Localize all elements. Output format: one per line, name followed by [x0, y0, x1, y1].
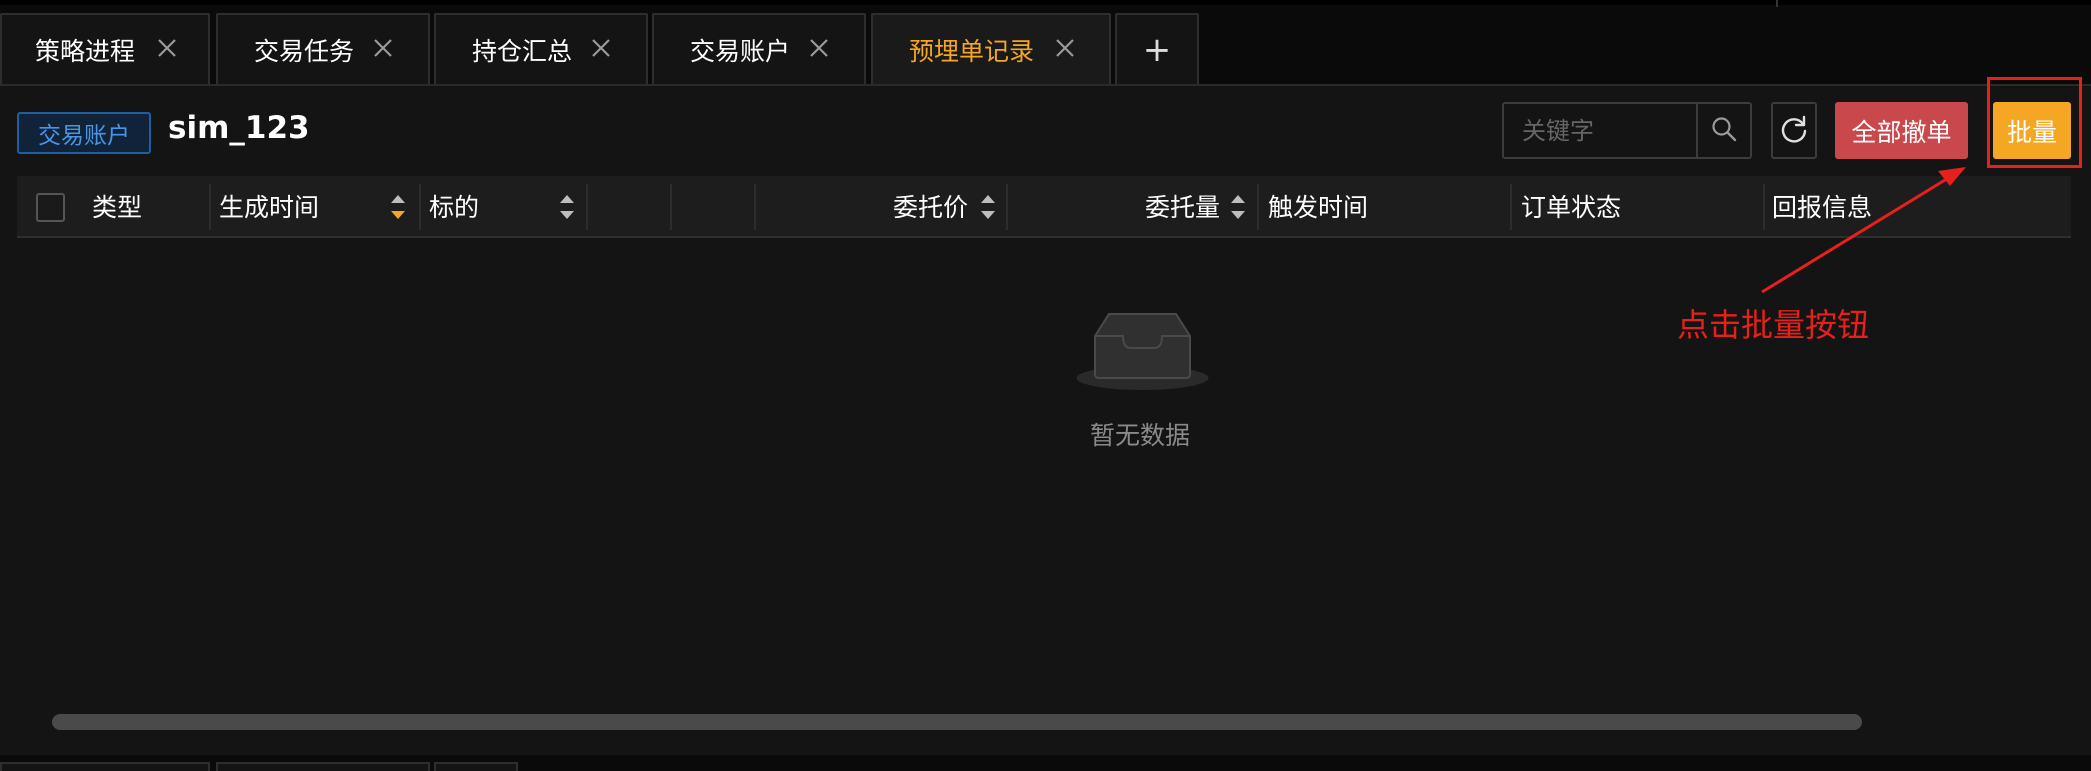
column-divider [1510, 184, 1512, 230]
tab-pending-orders[interactable]: 预埋单记录 [871, 13, 1111, 84]
annotation-highlight-box [1987, 77, 2082, 168]
refresh-icon [1779, 114, 1809, 148]
close-icon[interactable] [370, 35, 396, 61]
divider [1776, 0, 1778, 7]
pending-orders-panel: 交易账户 sim_123 全部撤单 批量 类型 生成时间 标的 [0, 84, 2091, 755]
tab-label: 预埋单记录 [909, 36, 1035, 66]
column-divider [209, 184, 211, 230]
tab-label: 持仓汇总 [472, 36, 573, 66]
column-divider [586, 184, 588, 230]
tab-bar: 策略进程 交易任务 持仓汇总 交易账户 预埋单记录 + [0, 0, 2091, 84]
search-button[interactable] [1696, 104, 1750, 157]
inbox-empty-icon [1075, 308, 1210, 393]
annotation-text: 点击批量按钮 [1677, 306, 1870, 344]
tab-label: 交易任务 [254, 36, 355, 66]
tab-label: 交易账户 [690, 36, 791, 66]
plus-icon: + [1142, 29, 1172, 70]
tab-label: 策略进程 [35, 36, 136, 66]
close-icon[interactable] [806, 35, 832, 61]
bottom-tab [434, 762, 518, 771]
tab-strategy-process[interactable]: 策略进程 [0, 13, 210, 84]
sort-icon[interactable] [390, 192, 406, 222]
bottom-tab-strip [0, 755, 2091, 771]
column-header-report-info: 回报信息 [1772, 193, 1873, 222]
empty-state-text: 暂无数据 [1090, 421, 1191, 450]
column-divider [1257, 184, 1259, 230]
column-header-type: 类型 [92, 193, 143, 222]
column-header-order-status: 订单状态 [1521, 193, 1622, 222]
close-icon[interactable] [154, 35, 180, 61]
close-icon[interactable] [1052, 35, 1078, 61]
bottom-tab [0, 762, 210, 771]
column-divider [670, 184, 672, 230]
refresh-button[interactable] [1771, 102, 1817, 159]
column-divider [1006, 184, 1008, 230]
sort-icon[interactable] [980, 192, 996, 222]
search-input[interactable] [1504, 104, 1696, 157]
horizontal-scrollbar[interactable] [52, 714, 1862, 730]
select-all-checkbox[interactable] [36, 193, 65, 222]
column-header-created-time[interactable]: 生成时间 [219, 176, 319, 236]
column-divider [754, 184, 756, 230]
search-box [1502, 102, 1752, 159]
cancel-all-button[interactable]: 全部撤单 [1835, 102, 1968, 159]
bottom-tab [216, 762, 430, 771]
account-tag: 交易账户 [17, 112, 151, 154]
close-icon[interactable] [588, 35, 614, 61]
tab-trade-account[interactable]: 交易账户 [652, 13, 866, 84]
column-divider [419, 184, 421, 230]
add-tab-button[interactable]: + [1115, 13, 1199, 84]
table-header: 类型 生成时间 标的 委托价 委托量 触发时间 订单状态 回报信息 [17, 176, 2071, 238]
column-header-order-qty[interactable]: 委托量 [1145, 176, 1220, 236]
column-header-symbol[interactable]: 标的 [429, 176, 479, 236]
tab-position-summary[interactable]: 持仓汇总 [434, 13, 648, 84]
account-name: sim_123 [168, 110, 310, 146]
column-header-order-price[interactable]: 委托价 [893, 176, 968, 236]
sort-icon[interactable] [559, 192, 575, 222]
column-divider [1763, 184, 1765, 230]
tab-trade-tasks[interactable]: 交易任务 [216, 13, 430, 84]
search-icon [1710, 115, 1738, 147]
sort-icon[interactable] [1230, 192, 1246, 222]
column-header-trigger-time: 触发时间 [1268, 193, 1369, 222]
